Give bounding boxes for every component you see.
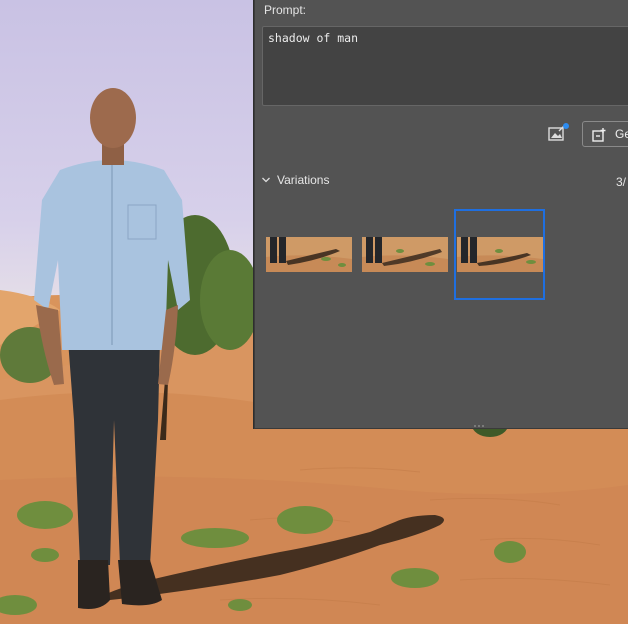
generate-button-label: Ge (615, 127, 628, 141)
reference-image-button[interactable] (547, 122, 571, 146)
variation-thumbnail-1[interactable] (266, 237, 352, 272)
variations-count: 3/ (616, 175, 627, 189)
generative-fill-panel: Prompt: shadow of man Ge Variations 3/ (254, 0, 628, 429)
prompt-label: Prompt: (264, 3, 307, 17)
variations-header[interactable]: Variations (261, 173, 329, 187)
resize-grip-icon[interactable] (473, 424, 485, 428)
generate-icon (592, 128, 606, 142)
selected-variation-outline (454, 209, 545, 300)
prompt-input[interactable]: shadow of man (262, 26, 628, 106)
chevron-down-icon (262, 177, 270, 183)
variation-thumbnail-2[interactable] (362, 237, 448, 272)
variations-label: Variations (277, 173, 330, 187)
generate-button[interactable]: Ge (582, 121, 628, 147)
reference-image-icon (548, 123, 569, 141)
